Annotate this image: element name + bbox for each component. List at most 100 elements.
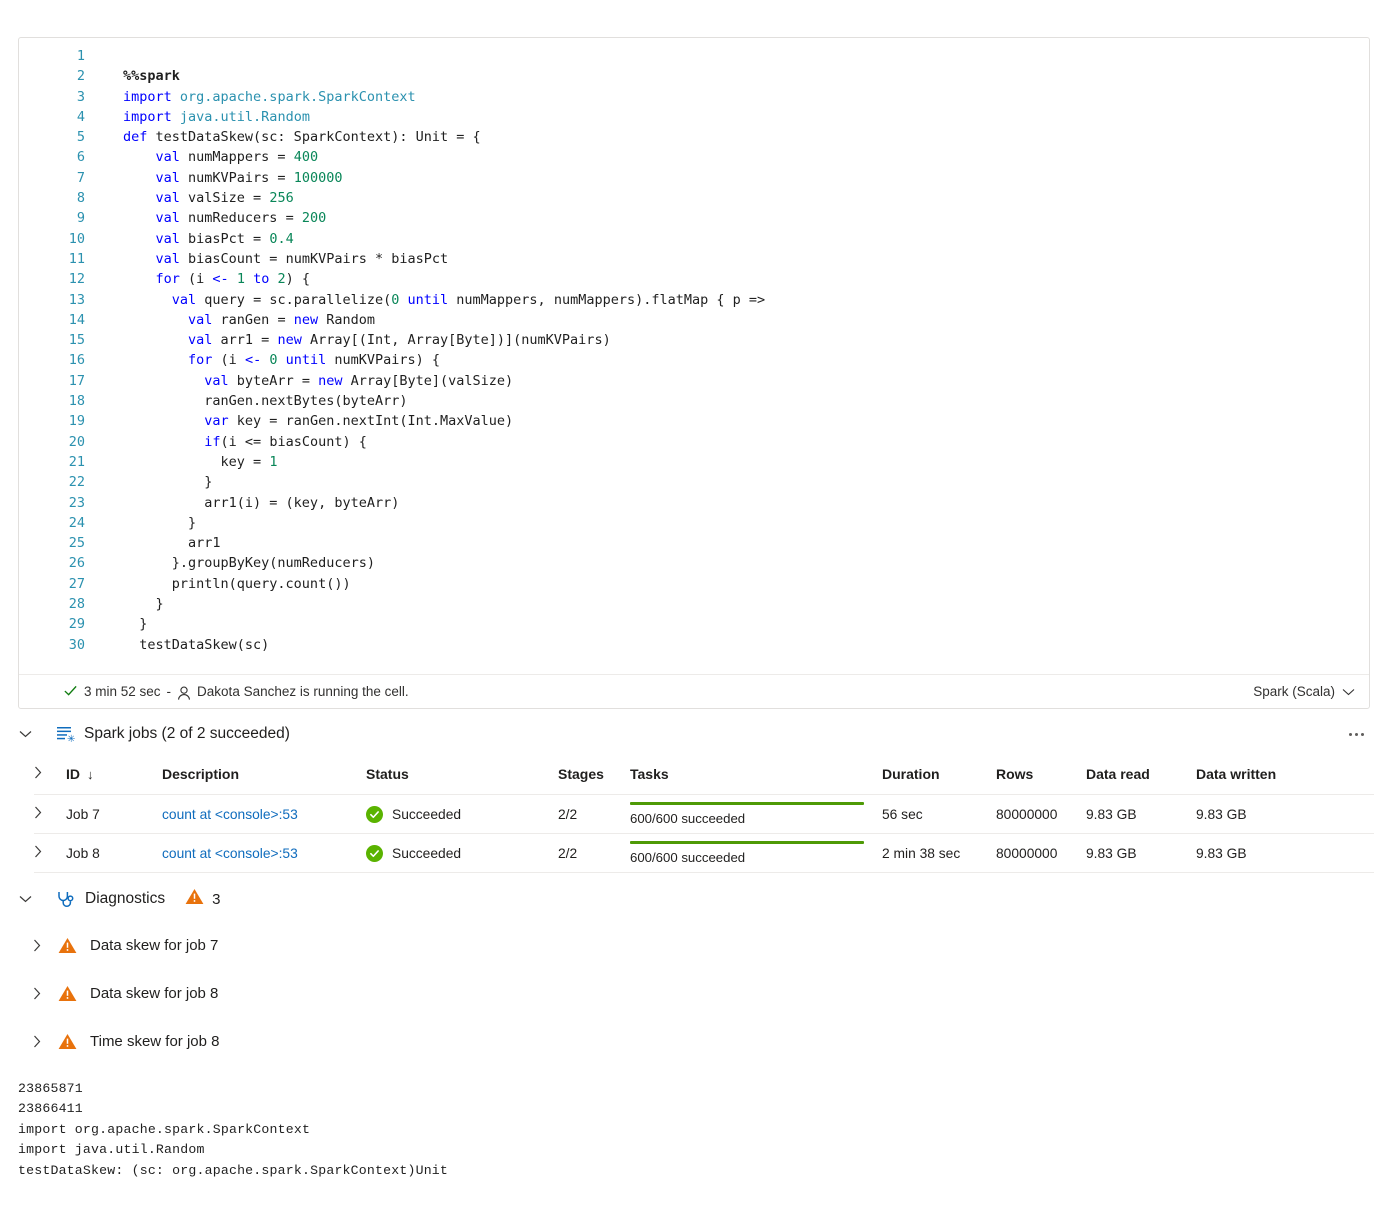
line-number: 4	[76, 108, 85, 125]
code-line: 17 val byteArr = new Array[Byte](valSize…	[19, 373, 1369, 393]
code-line: 25 arr1	[19, 535, 1369, 555]
column-header-stages[interactable]: Stages	[558, 758, 630, 795]
line-number: 6	[76, 149, 85, 166]
tasks-label: 600/600 succeeded	[630, 811, 746, 826]
chevron-down-icon	[1342, 684, 1355, 699]
job-description[interactable]: count at <console>:53	[162, 833, 366, 873]
job-stages: 2/2	[558, 833, 630, 873]
line-content: key = 1	[123, 453, 278, 470]
line-number: 9	[76, 210, 85, 227]
code-line: 5 def testDataSkew(sc: SparkContext): Uni…	[19, 129, 1369, 149]
code-line: 19 var key = ranGen.nextInt(Int.MaxValue…	[19, 413, 1369, 433]
tasks-label: 600/600 succeeded	[630, 850, 746, 865]
warning-triangle-icon	[58, 985, 77, 1002]
job-data-read: 9.83 GB	[1086, 833, 1196, 873]
job-rows: 80000000	[996, 794, 1086, 834]
chevron-right-icon[interactable]	[34, 806, 42, 819]
job-status: Succeeded	[366, 794, 558, 834]
warning-triangle-icon	[185, 888, 204, 910]
stethoscope-icon	[56, 890, 76, 909]
line-content: import org.apache.spark.SparkContext	[123, 88, 416, 105]
output-line: 23866411	[18, 1101, 83, 1117]
code-line: 16 for (i <- 0 until numKVPairs) {	[19, 352, 1369, 372]
svg-text:✳: ✳	[67, 734, 75, 743]
line-content: val valSize = 256	[155, 190, 294, 207]
line-content: val arr1 = new Array[(Int, Array[Byte])]…	[188, 332, 611, 349]
spark-jobs-table: ID ↓ Description Status Stages Tasks Dura…	[34, 758, 1374, 873]
expand-all-header[interactable]	[34, 758, 66, 795]
line-number: 24	[68, 514, 85, 531]
line-number: 14	[68, 311, 85, 328]
line-content: val numReducers = 200	[155, 210, 327, 227]
job-description-link[interactable]: count at <console>:53	[162, 846, 298, 861]
column-header-data-written[interactable]: Data written	[1196, 758, 1374, 795]
success-check-icon	[63, 683, 78, 701]
chevron-right-icon[interactable]	[34, 766, 42, 779]
warning-count: 3	[212, 890, 221, 908]
job-status-label: Succeeded	[392, 845, 462, 861]
column-header-id[interactable]: ID ↓	[66, 758, 162, 795]
notebook-code-cell[interactable]: 1 2 %%spark 3 import org.apache.spark.SparkC…	[18, 37, 1370, 709]
job-description[interactable]: count at <console>:53	[162, 794, 366, 834]
code-line: 24 }	[19, 515, 1369, 535]
chevron-down-icon[interactable]	[14, 723, 36, 745]
chevron-right-icon[interactable]	[34, 845, 42, 858]
diagnostic-item[interactable]: Data skew for job 7	[26, 930, 218, 960]
output-line: import org.apache.spark.SparkContext	[18, 1121, 311, 1137]
language-selector[interactable]: Spark (Scala)	[1253, 684, 1355, 699]
tasks-progress-bar	[630, 802, 864, 805]
sort-descending-icon[interactable]: ↓	[87, 767, 94, 782]
job-duration: 2 min 38 sec	[882, 833, 996, 873]
code-line: 15 val arr1 = new Array[(Int, Array[Byte…	[19, 332, 1369, 352]
line-content: import java.util.Random	[123, 108, 310, 125]
table-header-row: ID ↓ Description Status Stages Tasks Dura…	[34, 758, 1374, 795]
row-expand-toggle[interactable]	[34, 794, 66, 834]
column-header-data-read[interactable]: Data read	[1086, 758, 1196, 795]
line-content: def testDataSkew(sc: SparkContext): Unit…	[123, 129, 481, 146]
spark-jobs-header[interactable]: ✳ Spark jobs (2 of 2 succeeded)	[0, 716, 1388, 752]
line-number: 1	[76, 48, 85, 64]
line-content: }	[123, 474, 213, 491]
job-rows: 80000000	[996, 833, 1086, 873]
line-number: 3	[76, 88, 85, 105]
status-separator: -	[166, 684, 172, 699]
job-description-link[interactable]: count at <console>:53	[162, 807, 298, 822]
job-data-written: 9.83 GB	[1196, 794, 1374, 834]
warning-triangle-icon	[58, 1033, 77, 1050]
chevron-down-icon[interactable]	[14, 888, 36, 910]
code-line: 20 if(i <= biasCount) {	[19, 434, 1369, 454]
code-editor[interactable]: 1 2 %%spark 3 import org.apache.spark.SparkC…	[19, 48, 1369, 657]
code-line: 13 val query = sc.parallelize(0 until nu…	[19, 292, 1369, 312]
chevron-right-icon[interactable]	[26, 982, 48, 1004]
table-row[interactable]: Job 8 count at <console>:53 Succeeded 2/2 60…	[34, 833, 1374, 873]
column-header-duration[interactable]: Duration	[882, 758, 996, 795]
column-header-description[interactable]: Description	[162, 758, 366, 795]
job-tasks: 600/600 succeeded	[630, 833, 882, 873]
chevron-right-icon[interactable]	[26, 1030, 48, 1052]
column-label-id: ID	[66, 766, 80, 782]
column-header-status[interactable]: Status	[366, 758, 558, 795]
line-content: arr1	[123, 535, 221, 552]
line-number: 27	[68, 575, 85, 592]
output-line: import java.util.Random	[18, 1142, 205, 1158]
job-data-written: 9.83 GB	[1196, 833, 1374, 873]
table-row[interactable]: Job 7 count at <console>:53 Succeeded 2/2 60…	[34, 794, 1374, 834]
line-content: if(i <= biasCount) {	[204, 433, 367, 450]
chevron-right-icon[interactable]	[26, 934, 48, 956]
job-data-read: 9.83 GB	[1086, 794, 1196, 834]
more-options-button[interactable]	[1342, 722, 1370, 746]
code-line: 7 val numKVPairs = 100000	[19, 170, 1369, 190]
code-line: 29 }	[19, 616, 1369, 636]
output-line: 23865871	[18, 1081, 83, 1096]
diagnostics-header[interactable]: Diagnostics 3	[0, 882, 1388, 916]
diagnostic-item[interactable]: Data skew for job 8	[26, 978, 218, 1008]
diagnostic-item[interactable]: Time skew for job 8	[26, 1026, 220, 1056]
line-number: 5	[76, 129, 85, 146]
code-line: 22 }	[19, 474, 1369, 494]
column-header-tasks[interactable]: Tasks	[630, 758, 882, 795]
row-expand-toggle[interactable]	[34, 833, 66, 873]
diagnostic-label: Data skew for job 8	[90, 984, 219, 1002]
column-header-rows[interactable]: Rows	[996, 758, 1086, 795]
line-content: val numMappers = 400	[155, 149, 319, 166]
line-number: 30	[68, 636, 85, 653]
